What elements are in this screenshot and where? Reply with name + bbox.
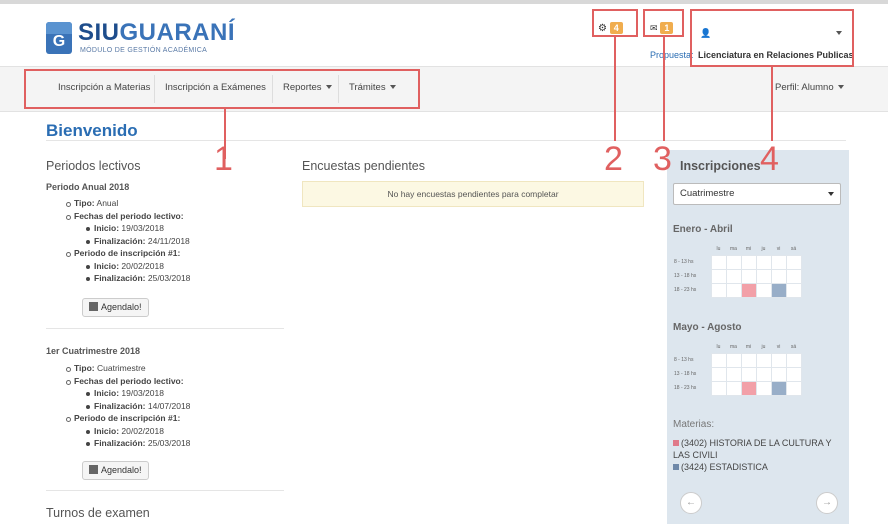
schedule-cell-filled <box>770 282 787 298</box>
list-item: Tipo: Anual <box>62 197 282 210</box>
agendalo-label: Agendalo! <box>101 302 142 312</box>
annotation-box-4 <box>690 9 854 67</box>
list-item: Finalización: 14/07/2018 <box>62 400 282 413</box>
encuestas-alert: No hay encuestas pendientes para complet… <box>302 181 644 207</box>
annotation-number-4: 4 <box>760 140 779 178</box>
schedule-grid: lu ma mi ju vi sá 8 - 13 hs 13 - 18 hs 18 - 2… <box>673 243 802 298</box>
divider <box>46 140 846 141</box>
list-item: Fechas del periodo lectivo: <box>62 375 282 388</box>
annotation-line-3 <box>663 37 665 141</box>
list-item: Periodo de inscripción #1: <box>62 412 282 425</box>
color-square-icon <box>673 464 679 470</box>
periodo-select[interactable]: Cuatrimestre <box>673 183 841 205</box>
list-item: Inicio: 19/03/2018 <box>62 387 282 400</box>
list-item: Periodo de inscripción #1: <box>62 247 282 260</box>
color-square-icon <box>673 440 679 446</box>
siu-logo-icon[interactable]: G <box>46 22 72 54</box>
prev-arrow-icon[interactable]: ← <box>680 492 702 514</box>
select-value: Cuatrimestre <box>680 188 735 199</box>
annotation-line-4 <box>771 67 773 141</box>
schedule-cell-filled <box>770 380 787 396</box>
list-item: Inicio: 20/02/2018 <box>62 425 282 438</box>
schedule-cell-filled <box>740 282 757 298</box>
list-item: Finalización: 24/11/2018 <box>62 235 282 248</box>
brand-prefix: SIU <box>78 19 120 46</box>
mayo-agosto-title: Mayo - Agosto <box>673 322 742 333</box>
annotation-number-1: 1 <box>214 140 233 178</box>
divider <box>46 490 284 491</box>
list-item: Finalización: 25/03/2018 <box>62 272 282 285</box>
schedule-cell-filled <box>740 380 757 396</box>
propuesta-label: Propuesta: <box>650 50 694 60</box>
annotation-box-2 <box>592 9 638 37</box>
calendar-icon <box>89 302 98 311</box>
annotation-number-2: 2 <box>604 140 623 178</box>
materias-label: Materias: <box>673 419 715 430</box>
list-item: Inicio: 19/03/2018 <box>62 222 282 235</box>
logo-letter: G <box>52 33 66 50</box>
agendalo-button[interactable]: Agendalo! <box>82 461 149 480</box>
agendalo-button[interactable]: Agendalo! <box>82 298 149 317</box>
annotation-number-3: 3 <box>653 140 672 178</box>
perfil-menu[interactable]: Perfil: Alumno <box>775 82 844 93</box>
annotation-box-3 <box>643 9 684 37</box>
enero-abril-title: Enero - Abril <box>673 224 733 235</box>
list-item: (3402) HISTORIA DE LA CULTURA Y LAS CIVI… <box>673 438 832 460</box>
perfil-label: Perfil: Alumno <box>775 82 834 93</box>
caret-down-icon <box>837 85 844 90</box>
list-item: Tipo: Cuatrimestre <box>62 362 282 375</box>
page-title: Bienvenido <box>46 121 138 140</box>
chevron-down-icon <box>828 192 834 196</box>
calendar-icon <box>89 465 98 474</box>
divider <box>46 328 284 329</box>
cuatrimestre-title: 1er Cuatrimestre 2018 <box>46 346 141 356</box>
brand-highlight: GUARANÍ <box>119 19 236 46</box>
list-item: Inicio: 20/02/2018 <box>62 260 282 273</box>
annotation-line-2 <box>614 37 616 141</box>
materias-list: (3402) HISTORIA DE LA CULTURA Y LAS CIVI… <box>673 437 843 473</box>
cuatrimestre-info: Tipo: Cuatrimestre Fechas del periodo le… <box>62 362 282 450</box>
next-arrow-icon[interactable]: → <box>816 492 838 514</box>
schedule-grid: lu ma mi ju vi sá 8 - 13 hs 13 - 18 hs 18 - 2… <box>673 341 802 396</box>
inscripciones-title: Inscripciones <box>680 159 761 173</box>
turnos-title: Turnos de examen <box>46 506 150 520</box>
annotation-box-1 <box>24 69 420 109</box>
periodo-anual-info: Tipo: Anual Fechas del periodo lectivo: … <box>62 197 282 285</box>
periodos-title: Periodos lectivos <box>46 159 141 173</box>
list-item: (3424) ESTADISTICA <box>673 461 843 473</box>
list-item: Fechas del periodo lectivo: <box>62 210 282 223</box>
agendalo-label: Agendalo! <box>101 465 142 475</box>
brand-subtitle: MÓDULO DE GESTIÓN ACADÉMICA <box>80 47 208 54</box>
periodo-anual-title: Periodo Anual 2018 <box>46 182 130 192</box>
brand-title[interactable]: SIUGUARANÍ <box>78 20 235 46</box>
encuestas-title: Encuestas pendientes <box>302 159 426 173</box>
list-item: Finalización: 25/03/2018 <box>62 437 282 450</box>
